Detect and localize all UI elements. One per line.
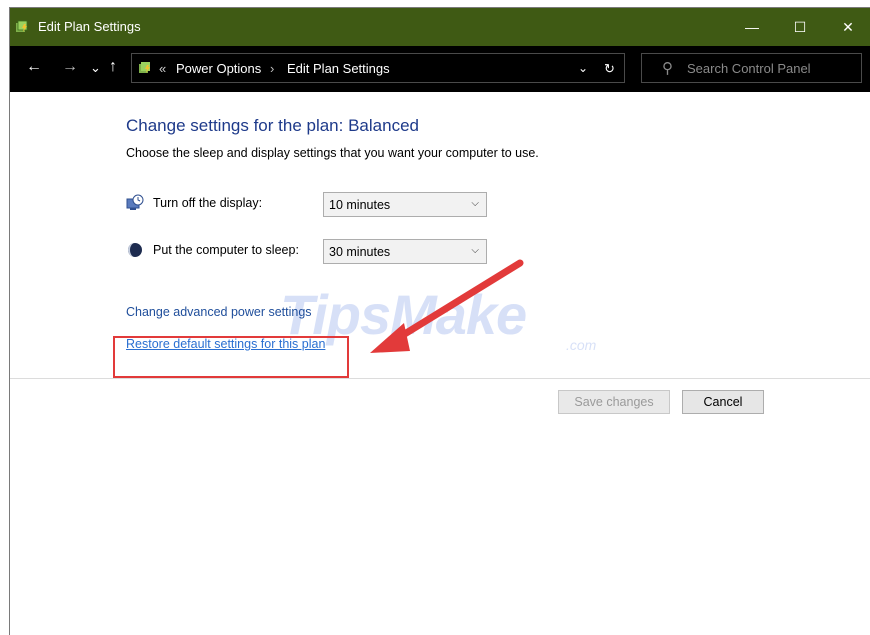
control-panel-window: Edit Plan Settings — ☐ ✕ ← → ⌄ ↑ « Power… (9, 7, 870, 635)
annotation-arrow-icon (370, 259, 524, 353)
